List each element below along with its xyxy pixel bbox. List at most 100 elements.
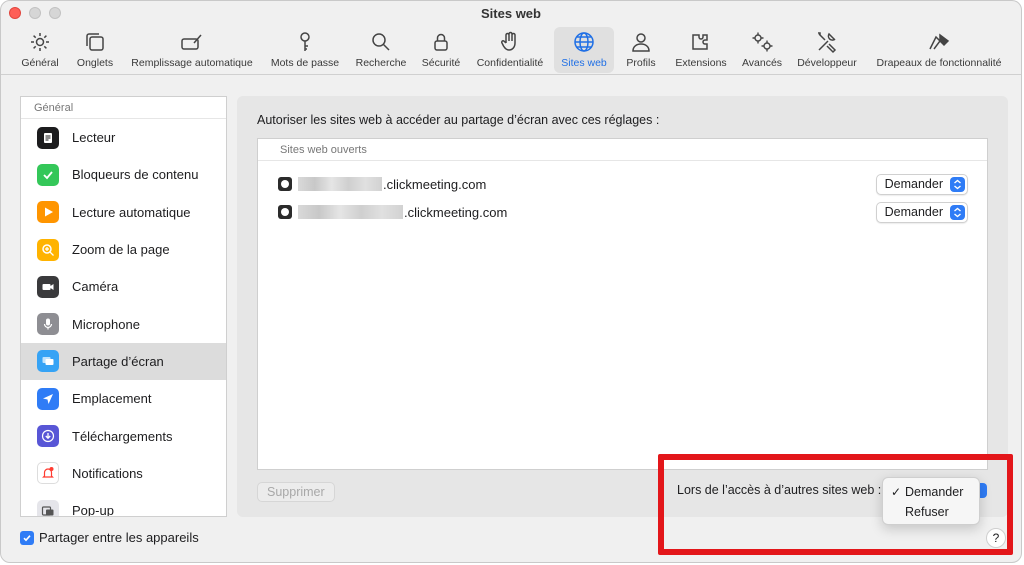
redacted-hostname	[298, 205, 403, 219]
sidebar-item-popup[interactable]: Pop-up	[21, 492, 226, 517]
tab-general[interactable]: Général	[14, 27, 66, 73]
tab-tabs-label: Onglets	[76, 57, 114, 69]
share-across-devices-checkbox[interactable]	[20, 530, 34, 545]
tab-search[interactable]: Recherche	[351, 27, 411, 73]
tabs-icon	[86, 33, 104, 51]
sidebar-item-label: Microphone	[72, 316, 140, 332]
help-button[interactable]: ?	[986, 528, 1006, 548]
site-domain: .clickmeeting.com	[404, 204, 508, 220]
gears-icon	[752, 32, 773, 52]
popup-icon	[37, 499, 59, 516]
site-permission-popup[interactable]: Demander	[875, 201, 968, 223]
tab-general-label: Général	[21, 57, 59, 69]
panel-description: Autoriser les sites web à accéder au par…	[257, 113, 660, 127]
tab-advanced[interactable]: Avancés	[738, 27, 786, 73]
titlebar: Sites web	[1, 1, 1021, 25]
site-permission-value: Demander	[884, 176, 943, 191]
tab-feature-flags-label: Drapeaux de fonctionnalité	[876, 57, 1002, 69]
check-icon: ✓	[891, 485, 902, 499]
remove-button[interactable]: Supprimer	[257, 482, 335, 502]
tab-privacy[interactable]: Confidentialité	[471, 27, 549, 73]
sidebar-item-label: Bloqueurs de contenu	[72, 167, 199, 183]
tab-passwords-label: Mots de passe	[270, 57, 340, 69]
sidebar-item-label: Lecture automatique	[72, 204, 191, 220]
menu-item-label: Refuser	[905, 505, 949, 519]
tab-security[interactable]: Sécurité	[416, 27, 466, 73]
site-favicon-icon	[278, 177, 292, 191]
sidebar-item-label: Zoom de la page	[72, 242, 170, 258]
open-websites-list: Sites web ouverts .clickmeeting.com Dema…	[257, 138, 988, 470]
tab-websites[interactable]: Sites web	[554, 27, 614, 73]
globe-icon	[574, 32, 594, 52]
chevron-updown-icon	[950, 176, 965, 192]
flags-icon	[929, 33, 950, 50]
preferences-toolbar: Général Onglets Remplissage automatique …	[1, 25, 1021, 75]
tab-feature-flags[interactable]: Drapeaux de fonctionnalité	[868, 27, 1010, 73]
location-icon	[37, 387, 59, 410]
tab-profiles-label: Profils	[626, 57, 656, 69]
sidebar-item-content-blockers[interactable]: Bloqueurs de contenu	[21, 156, 226, 193]
sidebar-item-label: Caméra	[72, 279, 119, 295]
sidebar-item-label: Notifications	[72, 465, 143, 481]
tab-advanced-label: Avancés	[741, 57, 783, 69]
settings-sidebar: Général Lecteur Bloqueurs de contenu Lec…	[20, 96, 227, 517]
website-row: .clickmeeting.com Demander	[278, 201, 968, 223]
other-websites-label: Lors de l’accès à d’autres sites web :	[677, 483, 882, 497]
sidebar-item-label: Pop-up	[72, 503, 114, 517]
menu-item-ask[interactable]: ✓ Demander	[883, 482, 979, 502]
redacted-hostname	[298, 177, 382, 191]
site-permission-value: Demander	[884, 204, 943, 219]
window-title: Sites web	[481, 6, 541, 21]
lock-icon	[434, 33, 448, 51]
tab-developer[interactable]: Développeur	[792, 27, 862, 73]
zoom-icon	[37, 238, 59, 261]
bell-icon	[37, 462, 59, 485]
tab-extensions-label: Extensions	[675, 57, 727, 69]
share-across-devices[interactable]: Partager entre les appareils	[20, 530, 199, 545]
sidebar-item-screen-sharing[interactable]: Partage d’écran	[21, 342, 226, 381]
tab-autofill[interactable]: Remplissage automatique	[125, 27, 259, 73]
site-favicon-icon	[278, 205, 292, 219]
sidebar-item-label: Lecteur	[72, 130, 116, 146]
tab-security-label: Sécurité	[421, 57, 461, 69]
tab-extensions[interactable]: Extensions	[669, 27, 733, 73]
tab-search-label: Recherche	[355, 57, 407, 69]
camera-icon	[37, 275, 59, 298]
screen-share-icon	[37, 350, 59, 373]
sidebar-item-location[interactable]: Emplacement	[21, 380, 226, 417]
tools-icon	[818, 32, 837, 54]
sidebar-section-header: Général	[21, 97, 226, 119]
tab-privacy-label: Confidentialité	[476, 57, 544, 69]
open-websites-header: Sites web ouverts	[258, 139, 987, 161]
sidebar-item-label: Emplacement	[72, 391, 152, 407]
tab-profiles[interactable]: Profils	[620, 27, 662, 73]
menu-item-deny[interactable]: Refuser	[883, 502, 979, 522]
microphone-icon	[37, 313, 59, 336]
other-websites-menu: ✓ Demander Refuser	[882, 477, 980, 525]
sidebar-item-label: Téléchargements	[72, 428, 173, 444]
play-icon	[37, 201, 59, 224]
tab-developer-label: Développeur	[797, 57, 857, 69]
sidebar-item-downloads[interactable]: Téléchargements	[21, 417, 226, 454]
site-domain: .clickmeeting.com	[383, 176, 487, 192]
sidebar-item-reader[interactable]: Lecteur	[21, 119, 226, 156]
tab-tabs[interactable]: Onglets	[71, 27, 119, 73]
sidebar-item-microphone[interactable]: Microphone	[21, 305, 226, 342]
sidebar-item-page-zoom[interactable]: Zoom de la page	[21, 231, 226, 268]
sidebar-item-camera[interactable]: Caméra	[21, 268, 226, 305]
download-icon	[37, 425, 59, 448]
hand-icon	[501, 31, 516, 51]
tab-websites-label: Sites web	[561, 57, 607, 69]
site-permission-popup[interactable]: Demander	[875, 173, 968, 195]
tab-autofill-label: Remplissage automatique	[131, 57, 253, 69]
tab-passwords[interactable]: Mots de passe	[265, 27, 345, 73]
person-icon	[632, 33, 650, 52]
share-across-devices-label: Partager entre les appareils	[39, 530, 199, 545]
gear-icon	[31, 33, 49, 51]
menu-item-label: Demander	[905, 485, 964, 499]
sidebar-item-notifications[interactable]: Notifications	[21, 455, 226, 492]
sidebar-item-autoplay[interactable]: Lecture automatique	[21, 194, 226, 231]
checkmark-shield-icon	[37, 163, 59, 186]
autofill-icon	[181, 34, 202, 50]
preferences-window: Sites web Général Onglets Remplissage au…	[0, 0, 1022, 563]
